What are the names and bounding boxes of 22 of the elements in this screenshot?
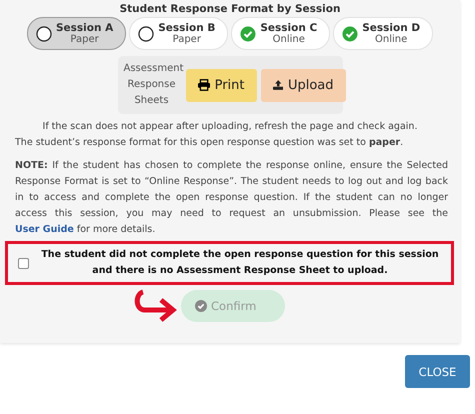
radio-circle-icon	[36, 26, 52, 42]
upload-icon	[272, 78, 283, 92]
scan-hint: If the scan does not appear after uploading, refresh the page and check again.	[42, 121, 418, 132]
session-tab[interactable]: Session D Online	[333, 17, 434, 50]
radio-circle-icon	[138, 26, 154, 42]
user-guide-link[interactable]: User Guide	[15, 224, 74, 235]
check-circle-icon	[240, 26, 256, 42]
section-heading: Student Response Format by Session	[118, 3, 342, 15]
session-tab[interactable]: Session C Online	[231, 17, 330, 50]
checkbox[interactable]	[18, 258, 29, 268]
checkbox-label: The student did not complete the open response question for this session and there is no Assessment Response Sheet to upload.	[40, 248, 440, 278]
check-circle-icon	[195, 300, 207, 312]
upload-button[interactable]: Upload	[260, 68, 346, 102]
print-button[interactable]: Print	[186, 68, 256, 102]
note-paragraph: NOTE: If the student has chosen to complete the response online, ensure the Selected Response Format is set to “Online Response”. The student needs to log out and log back in to access and complete the open response question. If the student can no longer access this session, you may need to request an unsubmission. Please see the User Guide for more details.	[15, 159, 448, 237]
close-button[interactable]: CLOSE	[405, 355, 470, 388]
session-tab[interactable]: Session A Paper	[26, 17, 126, 50]
printer-icon	[198, 78, 210, 92]
check-circle-icon	[342, 26, 358, 42]
format-notice: The student’s response format for this open response question was set to paper.	[15, 137, 404, 148]
arrow-icon	[133, 289, 179, 323]
session-tab[interactable]: Session B Paper	[129, 17, 228, 50]
